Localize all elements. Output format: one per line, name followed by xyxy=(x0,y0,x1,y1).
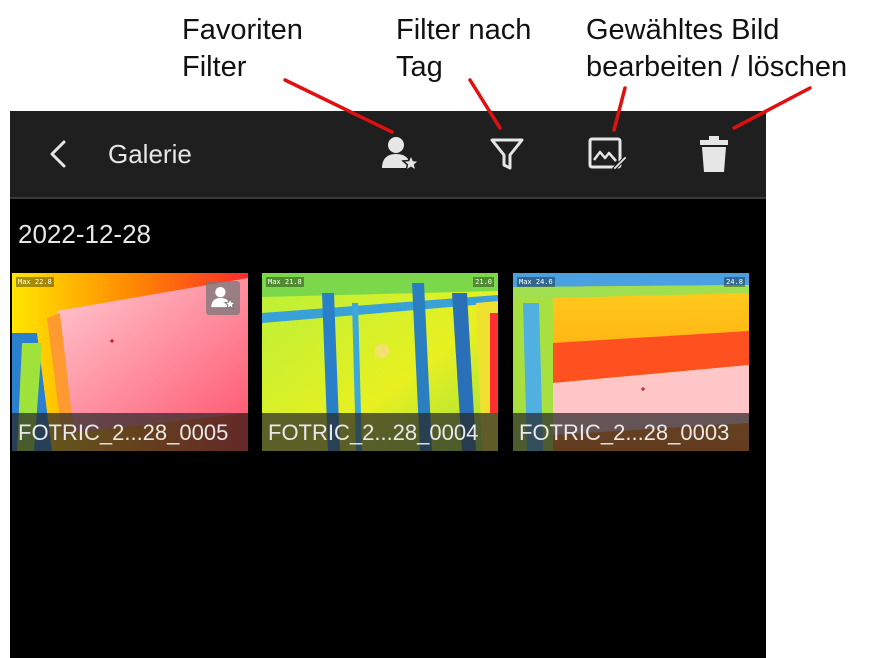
back-button[interactable] xyxy=(34,130,82,178)
thumbnail-filename: FOTRIC_2...28_0004 xyxy=(268,420,479,445)
image-temperature-overlay: Max 24.6 xyxy=(517,277,555,287)
image-temperature-overlay: Max 21.8 xyxy=(266,277,304,287)
favorite-badge xyxy=(206,281,240,315)
image-temperature-overlay: Max 22.8 xyxy=(16,277,54,287)
tag-filter-button[interactable] xyxy=(483,130,531,178)
thumbnail-filename: FOTRIC_2...28_0003 xyxy=(519,420,730,445)
callout-filter-by-tag: Filter nach Tag xyxy=(396,14,532,83)
gallery-thumbnail[interactable]: Max 22.8 FOTRIC_2...28_0005 xyxy=(12,273,248,451)
callout-edit-delete: Gewähltes Bild bearbeiten / löschen xyxy=(586,14,848,83)
person-star-icon xyxy=(382,137,420,173)
person-star-icon xyxy=(211,286,236,310)
annotated-screenshot: Favoriten Filter Filter nach Tag Gewählt… xyxy=(0,0,877,658)
funnel-icon xyxy=(490,138,524,170)
image-temperature-overlay-right: 24.8 xyxy=(724,277,745,287)
edit-image-button[interactable] xyxy=(583,130,631,178)
image-temperature-overlay-right: 21.0 xyxy=(473,277,494,287)
thumbnail-filename: FOTRIC_2...28_0005 xyxy=(18,420,229,445)
gallery-thumbnail[interactable]: Max 21.8 21.0 FOTRIC_2...28_0004 xyxy=(262,273,498,451)
callout-favorites-filter: Favoriten Filter xyxy=(182,14,303,83)
chevron-left-icon xyxy=(50,140,66,168)
gallery-thumbnail[interactable]: Max 24.6 24.8 FOTRIC_2...28_0003 xyxy=(513,273,749,451)
gallery-screen: Galerie 2022-12-28 Max 22.8 FOTRIC_2...2… xyxy=(10,111,766,658)
delete-image-button[interactable] xyxy=(690,130,738,178)
app-bar: Galerie xyxy=(10,111,766,199)
trash-icon xyxy=(700,136,728,172)
image-edit-icon xyxy=(588,137,627,171)
page-title: Galerie xyxy=(108,139,192,169)
date-group-heading: 2022-12-28 xyxy=(18,219,151,249)
favorites-filter-button[interactable] xyxy=(376,130,424,178)
